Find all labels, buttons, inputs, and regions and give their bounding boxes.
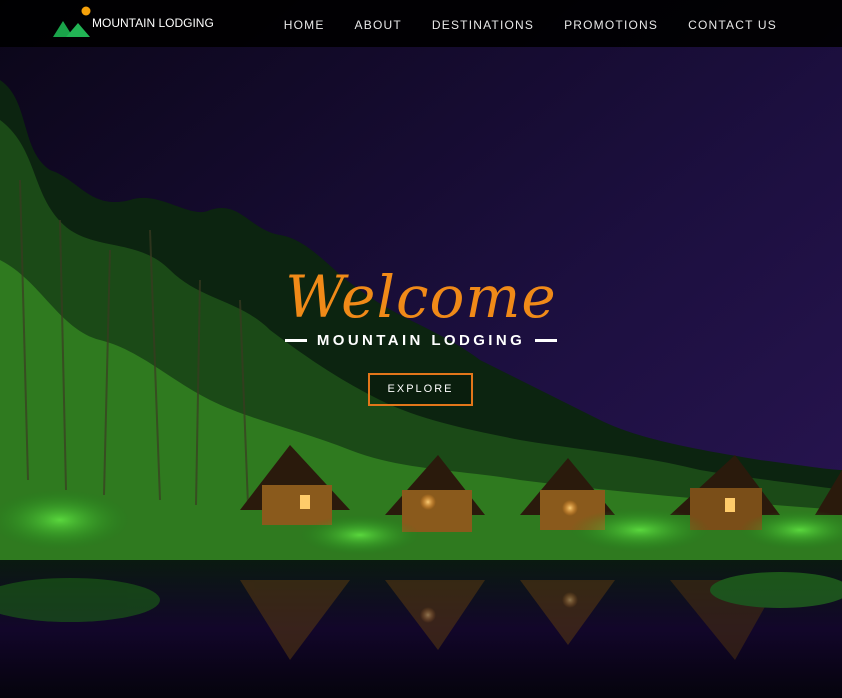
hero-title: Welcome bbox=[285, 263, 557, 331]
top-navbar: MOUNTAIN LODGING HOME ABOUT DESTINATIONS… bbox=[0, 0, 842, 47]
brand-logo[interactable]: MOUNTAIN LODGING bbox=[52, 4, 222, 40]
hero-subtitle-row: MOUNTAIN LODGING bbox=[0, 332, 842, 349]
brand-name: MOUNTAIN LODGING bbox=[92, 16, 214, 30]
mountain-logo-icon bbox=[53, 6, 91, 37]
hero-background-image bbox=[0, 0, 842, 698]
nav-about[interactable]: ABOUT bbox=[355, 18, 402, 32]
nav-contact-us[interactable]: CONTACT US bbox=[688, 18, 777, 32]
nav-home[interactable]: HOME bbox=[284, 18, 325, 32]
subtitle-dash-left bbox=[284, 339, 307, 342]
subtitle-dash-right bbox=[535, 339, 558, 342]
nav-promotions[interactable]: PROMOTIONS bbox=[564, 18, 658, 32]
hero-section bbox=[0, 0, 842, 698]
main-menu: HOME ABOUT DESTINATIONS PROMOTIONS CONTA… bbox=[284, 18, 777, 32]
explore-button[interactable]: EXPLORE bbox=[368, 373, 473, 406]
nav-destinations[interactable]: DESTINATIONS bbox=[432, 18, 534, 32]
hero-subtitle: MOUNTAIN LODGING bbox=[316, 332, 526, 349]
